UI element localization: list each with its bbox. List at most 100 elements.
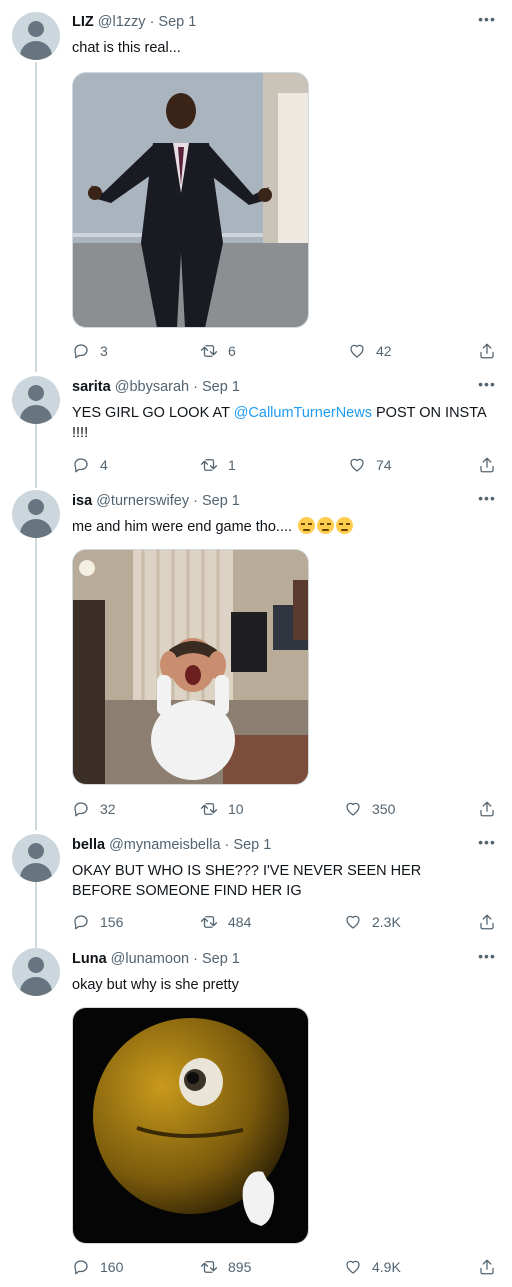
handle[interactable]: @bbysarah bbox=[115, 379, 189, 395]
display-name[interactable]: bella bbox=[72, 837, 105, 853]
tweet-image[interactable] bbox=[72, 1007, 309, 1244]
retweet-button[interactable]: 1 bbox=[200, 455, 236, 475]
tweet-text: chat is this real... bbox=[72, 40, 181, 56]
handle[interactable]: @l1zzy bbox=[98, 14, 146, 30]
reply-icon bbox=[74, 458, 88, 473]
share-icon bbox=[480, 457, 494, 473]
retweet-icon bbox=[200, 345, 218, 357]
timestamp[interactable]: · Sep 1 bbox=[150, 14, 197, 30]
share-button[interactable] bbox=[478, 799, 496, 819]
tweet-text: YES GIRL GO LOOK AT @CallumTurnerNews PO… bbox=[72, 403, 487, 443]
like-count: 4.9K bbox=[372, 1259, 401, 1275]
tweet-text-part: me and him were end game tho.... bbox=[72, 519, 293, 535]
retweet-button[interactable]: 484 bbox=[200, 912, 251, 932]
reply-count: 4 bbox=[100, 457, 108, 473]
tweet[interactable]: bella @mynameisbella · Sep 1 ••• OKAY BU… bbox=[0, 830, 512, 946]
tweet[interactable]: isa @turnerswifey · Sep 1 ••• me and him… bbox=[0, 486, 512, 830]
tweet-header: Luna @lunamoon · Sep 1 bbox=[72, 951, 240, 969]
more-icon[interactable]: ••• bbox=[478, 491, 496, 511]
heart-icon bbox=[346, 1260, 360, 1274]
share-icon bbox=[480, 1259, 494, 1275]
like-button[interactable]: 2.3K bbox=[344, 912, 401, 932]
retweet-icon bbox=[200, 916, 218, 928]
reply-button[interactable]: 3 bbox=[72, 341, 108, 361]
like-count: 42 bbox=[376, 343, 392, 359]
timestamp[interactable]: · Sep 1 bbox=[193, 493, 240, 509]
like-button[interactable]: 74 bbox=[348, 455, 392, 475]
mention-link[interactable]: @CallumTurnerNews bbox=[234, 405, 372, 421]
heart-icon bbox=[350, 458, 364, 472]
share-button[interactable] bbox=[478, 912, 496, 932]
tweet-actions: 160 895 4.9K bbox=[72, 1257, 502, 1277]
display-name[interactable]: Luna bbox=[72, 951, 107, 967]
handle[interactable]: @turnerswifey bbox=[96, 493, 189, 509]
timestamp[interactable]: · Sep 1 bbox=[225, 837, 272, 853]
handle[interactable]: @mynameisbella bbox=[109, 837, 220, 853]
retweet-count: 1 bbox=[228, 457, 236, 473]
more-icon[interactable]: ••• bbox=[478, 835, 496, 855]
retweet-button[interactable]: 6 bbox=[200, 341, 236, 361]
avatar[interactable] bbox=[12, 834, 60, 882]
share-icon bbox=[480, 914, 494, 930]
tweet-text: me and him were end game tho.... bbox=[72, 517, 492, 537]
tweet-actions: 32 10 350 bbox=[72, 799, 502, 819]
avatar[interactable] bbox=[12, 12, 60, 60]
tweet-actions: 156 484 2.3K bbox=[72, 912, 502, 932]
pensive-face-icon bbox=[298, 517, 316, 534]
avatar[interactable] bbox=[12, 948, 60, 996]
tweet-header: bella @mynameisbella · Sep 1 bbox=[72, 837, 271, 855]
tweet-image[interactable] bbox=[72, 549, 309, 785]
reply-button[interactable]: 160 bbox=[72, 1257, 123, 1277]
retweet-count: 484 bbox=[228, 914, 252, 930]
display-name[interactable]: isa bbox=[72, 493, 92, 509]
retweet-count: 895 bbox=[228, 1259, 252, 1275]
timestamp[interactable]: · Sep 1 bbox=[193, 951, 240, 967]
tweet[interactable]: sarita @bbysarah · Sep 1 ••• YES GIRL GO… bbox=[0, 372, 512, 486]
tweet[interactable]: LIZ @l1zzy · Sep 1 ••• chat is this real… bbox=[0, 0, 512, 372]
more-icon[interactable]: ••• bbox=[478, 949, 496, 969]
retweet-count: 10 bbox=[228, 801, 244, 817]
share-icon bbox=[480, 343, 494, 359]
retweet-button[interactable]: 895 bbox=[200, 1257, 251, 1277]
like-count: 74 bbox=[376, 457, 392, 473]
like-button[interactable]: 42 bbox=[348, 341, 392, 361]
reply-icon bbox=[74, 915, 88, 930]
retweet-count: 6 bbox=[228, 343, 236, 359]
tweet-header: sarita @bbysarah · Sep 1 bbox=[72, 379, 240, 397]
share-button[interactable] bbox=[478, 455, 496, 475]
like-button[interactable]: 4.9K bbox=[344, 1257, 401, 1277]
more-icon[interactable]: ••• bbox=[478, 377, 496, 397]
tweet-text: okay but why is she pretty bbox=[72, 977, 239, 993]
tweet-actions: 3 6 42 bbox=[72, 341, 502, 361]
display-name[interactable]: LIZ bbox=[72, 14, 94, 30]
reply-count: 160 bbox=[100, 1259, 124, 1275]
reply-count: 32 bbox=[100, 801, 116, 817]
display-name[interactable]: sarita bbox=[72, 379, 111, 395]
reply-button[interactable]: 156 bbox=[72, 912, 123, 932]
reply-button[interactable]: 4 bbox=[72, 455, 108, 475]
heart-icon bbox=[346, 915, 360, 929]
tweet-header: LIZ @l1zzy · Sep 1 bbox=[72, 14, 196, 32]
reply-count: 156 bbox=[100, 914, 124, 930]
reply-button[interactable]: 32 bbox=[72, 799, 116, 819]
retweet-icon bbox=[200, 459, 218, 471]
timestamp[interactable]: · Sep 1 bbox=[193, 379, 240, 395]
avatar[interactable] bbox=[12, 490, 60, 538]
avatar[interactable] bbox=[12, 376, 60, 424]
retweet-button[interactable]: 10 bbox=[200, 799, 244, 819]
heart-icon bbox=[346, 802, 360, 816]
heart-icon bbox=[350, 344, 364, 358]
retweet-icon bbox=[200, 1261, 218, 1273]
reply-count: 3 bbox=[100, 343, 108, 359]
tweet-actions: 4 1 74 bbox=[72, 455, 502, 475]
tweet-image[interactable] bbox=[72, 72, 309, 328]
share-button[interactable] bbox=[478, 341, 496, 361]
like-button[interactable]: 350 bbox=[344, 799, 395, 819]
handle[interactable]: @lunamoon bbox=[111, 951, 189, 967]
tweet[interactable]: Luna @lunamoon · Sep 1 ••• okay but why … bbox=[0, 946, 512, 1287]
pensive-face-icon bbox=[317, 517, 335, 534]
more-icon[interactable]: ••• bbox=[478, 12, 496, 32]
tweet-text: OKAY BUT WHO IS SHE??? I'VE NEVER SEEN H… bbox=[72, 863, 422, 899]
share-button[interactable] bbox=[478, 1257, 496, 1277]
like-count: 350 bbox=[372, 801, 396, 817]
